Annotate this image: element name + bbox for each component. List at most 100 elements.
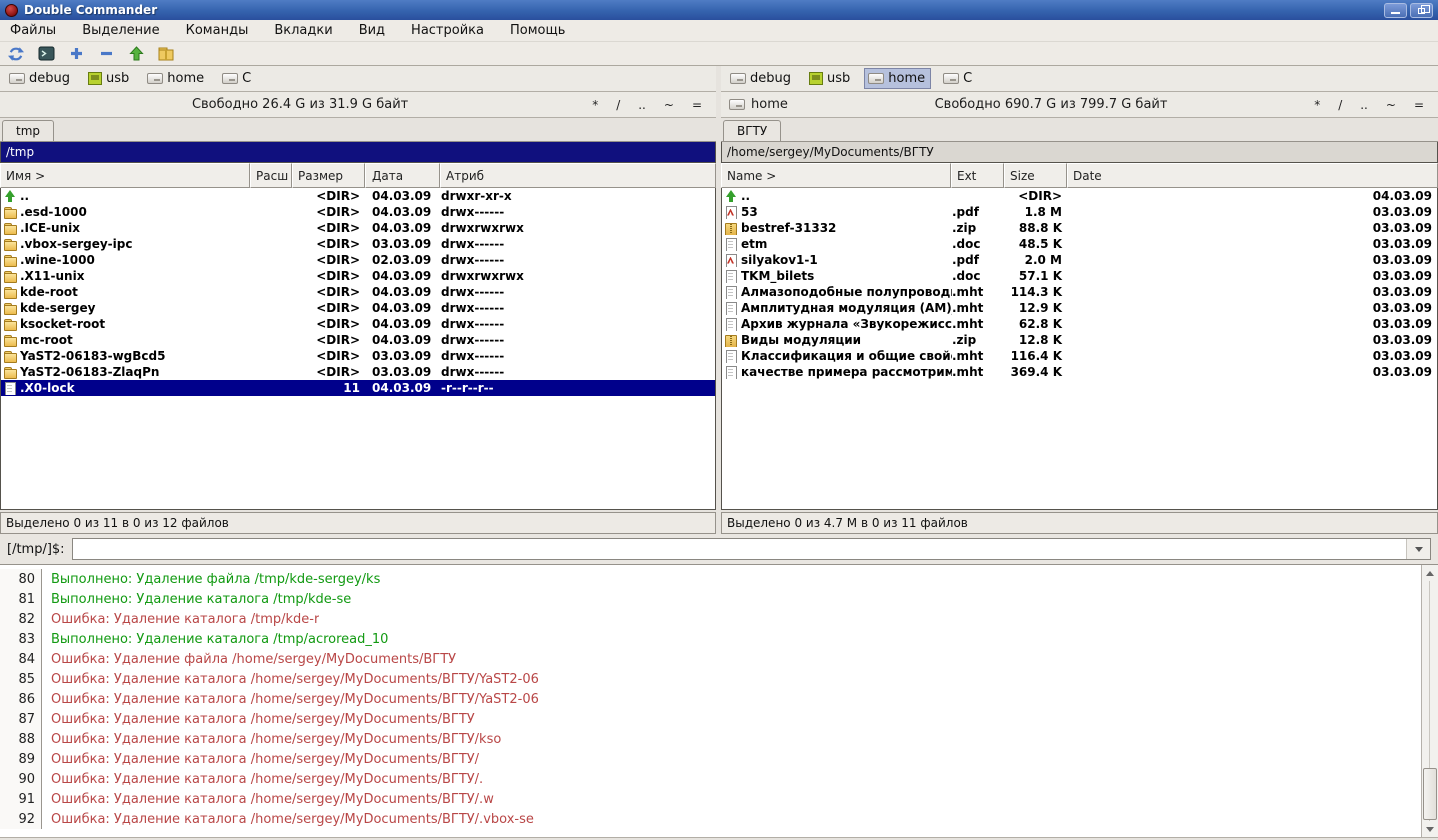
shortcut-star[interactable]: *: [1314, 98, 1320, 112]
file-row[interactable]: Архив журнала «Звукорежиссер.mht62.8 K03…: [722, 316, 1437, 332]
file-row[interactable]: ..<DIR>04.03.09drwxr-xr-x: [1, 188, 715, 204]
left-drive-debug[interactable]: debug: [5, 68, 76, 89]
file-row[interactable]: .ICE-unix<DIR>04.03.09drwxrwxrwx: [1, 220, 715, 236]
zip-icon: [724, 334, 738, 347]
file-row[interactable]: etm.doc48.5 K03.03.09: [722, 236, 1437, 252]
right-drive-usb[interactable]: usb: [805, 68, 856, 89]
menu-files[interactable]: Файлы: [10, 23, 56, 38]
up-dir-icon: [3, 190, 17, 203]
restore-button[interactable]: [1410, 3, 1433, 18]
file-row[interactable]: 53.pdf1.8 M03.03.09: [722, 204, 1437, 220]
right-drive-home[interactable]: home: [864, 68, 931, 89]
right-col-name[interactable]: Name >: [721, 163, 951, 188]
left-col-attr[interactable]: Атриб: [440, 163, 716, 188]
file-row[interactable]: YaST2-06183-ZlaqPn<DIR>03.03.09drwx-----…: [1, 364, 715, 380]
scroll-down-button[interactable]: [1422, 821, 1438, 837]
left-drive-usb[interactable]: usb: [84, 68, 135, 89]
left-col-ext[interactable]: Расш: [250, 163, 292, 188]
shortcut-parent[interactable]: ..: [638, 98, 646, 112]
left-col-name[interactable]: Имя >: [0, 163, 250, 188]
file-row[interactable]: Виды модуляции.zip12.8 K03.03.09: [722, 332, 1437, 348]
log-line: 82Ошибка: Удаление каталога /tmp/kde-r: [0, 609, 1421, 629]
right-file-list: ..<DIR>04.03.09 53.pdf1.8 M03.03.09 best…: [721, 188, 1438, 510]
document-icon: [724, 302, 738, 315]
menu-view[interactable]: Вид: [359, 23, 385, 38]
document-icon: [724, 318, 738, 331]
file-row[interactable]: silyakov1-1.pdf2.0 M03.03.09: [722, 252, 1437, 268]
chevron-down-icon: [1415, 547, 1423, 552]
up-level-icon[interactable]: [124, 43, 148, 64]
right-col-ext[interactable]: Ext: [951, 163, 1004, 188]
command-input[interactable]: [73, 540, 1406, 558]
left-col-date[interactable]: Дата: [365, 163, 440, 188]
file-row[interactable]: качестве примера рассмотрим м.mht369.4 K…: [722, 364, 1437, 380]
pdf-icon: [724, 206, 738, 219]
command-history-button[interactable]: [1406, 539, 1430, 559]
right-drive-c[interactable]: C: [939, 68, 978, 89]
file-row[interactable]: ksocket-root<DIR>04.03.09drwx------: [1, 316, 715, 332]
left-tab-bar: tmp: [0, 118, 716, 142]
shortcut-equal[interactable]: =: [1414, 98, 1424, 112]
add-icon[interactable]: [64, 43, 88, 64]
shortcut-root[interactable]: /: [1338, 98, 1342, 112]
file-row[interactable]: .esd-1000<DIR>04.03.09drwx------: [1, 204, 715, 220]
folder-icon: [3, 270, 17, 283]
left-drive-home[interactable]: home: [143, 68, 210, 89]
scrollbar-thumb[interactable]: [1423, 768, 1437, 820]
file-row[interactable]: .vbox-sergey-ipc<DIR>03.03.09drwx------: [1, 236, 715, 252]
right-tab-bar: ВГТУ: [721, 118, 1438, 142]
minimize-button[interactable]: [1384, 3, 1407, 18]
shortcut-root[interactable]: /: [616, 98, 620, 112]
disk-icon: [730, 73, 746, 84]
right-col-size[interactable]: Size: [1004, 163, 1067, 188]
left-tab-tmp[interactable]: tmp: [2, 120, 54, 141]
archive-icon[interactable]: [154, 43, 178, 64]
disk-icon: [9, 73, 25, 84]
menu-selection[interactable]: Выделение: [82, 23, 159, 38]
left-status-bar: Выделено 0 из 11 в 0 из 12 файлов: [0, 512, 716, 534]
right-col-date[interactable]: Date: [1067, 163, 1438, 188]
menu-commands[interactable]: Команды: [186, 23, 249, 38]
file-row[interactable]: kde-sergey<DIR>04.03.09drwx------: [1, 300, 715, 316]
left-drive-c[interactable]: C: [218, 68, 257, 89]
file-row[interactable]: Классификация и общие свойств.mht116.4 K…: [722, 348, 1437, 364]
file-row[interactable]: mc-root<DIR>04.03.09drwx------: [1, 332, 715, 348]
triangle-up-icon: [1426, 571, 1434, 576]
shortcut-home[interactable]: ~: [664, 98, 674, 112]
left-path-bar[interactable]: /tmp: [0, 142, 716, 163]
file-row[interactable]: .X11-unix<DIR>04.03.09drwxrwxrwx: [1, 268, 715, 284]
file-row[interactable]: YaST2-06183-wgBcd5<DIR>03.03.09drwx-----…: [1, 348, 715, 364]
menu-config[interactable]: Настройка: [411, 23, 484, 38]
shortcut-parent[interactable]: ..: [1360, 98, 1368, 112]
file-row[interactable]: bestref-31332.zip88.8 K03.03.09: [722, 220, 1437, 236]
menu-help[interactable]: Помощь: [510, 23, 565, 38]
file-row[interactable]: TKM_bilets.doc57.1 K03.03.09: [722, 268, 1437, 284]
file-row[interactable]: Алмазоподобные полупроводни.mht114.3 K03…: [722, 284, 1437, 300]
menu-tabs[interactable]: Вкладки: [274, 23, 332, 38]
usb-icon: [809, 72, 823, 85]
right-path-bar[interactable]: /home/sergey/MyDocuments/ВГТУ: [721, 142, 1438, 163]
terminal-icon[interactable]: [34, 43, 58, 64]
refresh-icon[interactable]: [4, 43, 28, 64]
shortcut-equal[interactable]: =: [692, 98, 702, 112]
remove-icon[interactable]: [94, 43, 118, 64]
right-drive-debug[interactable]: debug: [726, 68, 797, 89]
file-row[interactable]: Амплитудная модуляция (АМ)_(.mht12.9 K03…: [722, 300, 1437, 316]
file-row[interactable]: .wine-1000<DIR>02.03.09drwx------: [1, 252, 715, 268]
shortcut-star[interactable]: *: [592, 98, 598, 112]
right-current-drive[interactable]: home: [729, 97, 788, 112]
file-row[interactable]: ..<DIR>04.03.09: [722, 188, 1437, 204]
right-tab-vgtu[interactable]: ВГТУ: [723, 120, 781, 141]
app-logo-icon: [5, 4, 18, 17]
restore-icon: [1418, 8, 1425, 14]
right-drive-bar: debug usb home C: [721, 66, 1438, 92]
title-bar: Double Commander: [0, 0, 1438, 20]
shortcut-home[interactable]: ~: [1386, 98, 1396, 112]
log-scrollbar[interactable]: [1421, 565, 1438, 837]
file-row-selected[interactable]: .X0-lock1104.03.09-r--r--r--: [1, 380, 715, 396]
file-row[interactable]: kde-root<DIR>04.03.09drwx------: [1, 284, 715, 300]
folder-icon: [3, 206, 17, 219]
scroll-up-button[interactable]: [1422, 565, 1438, 581]
folder-icon: [3, 302, 17, 315]
left-col-size[interactable]: Размер: [292, 163, 365, 188]
